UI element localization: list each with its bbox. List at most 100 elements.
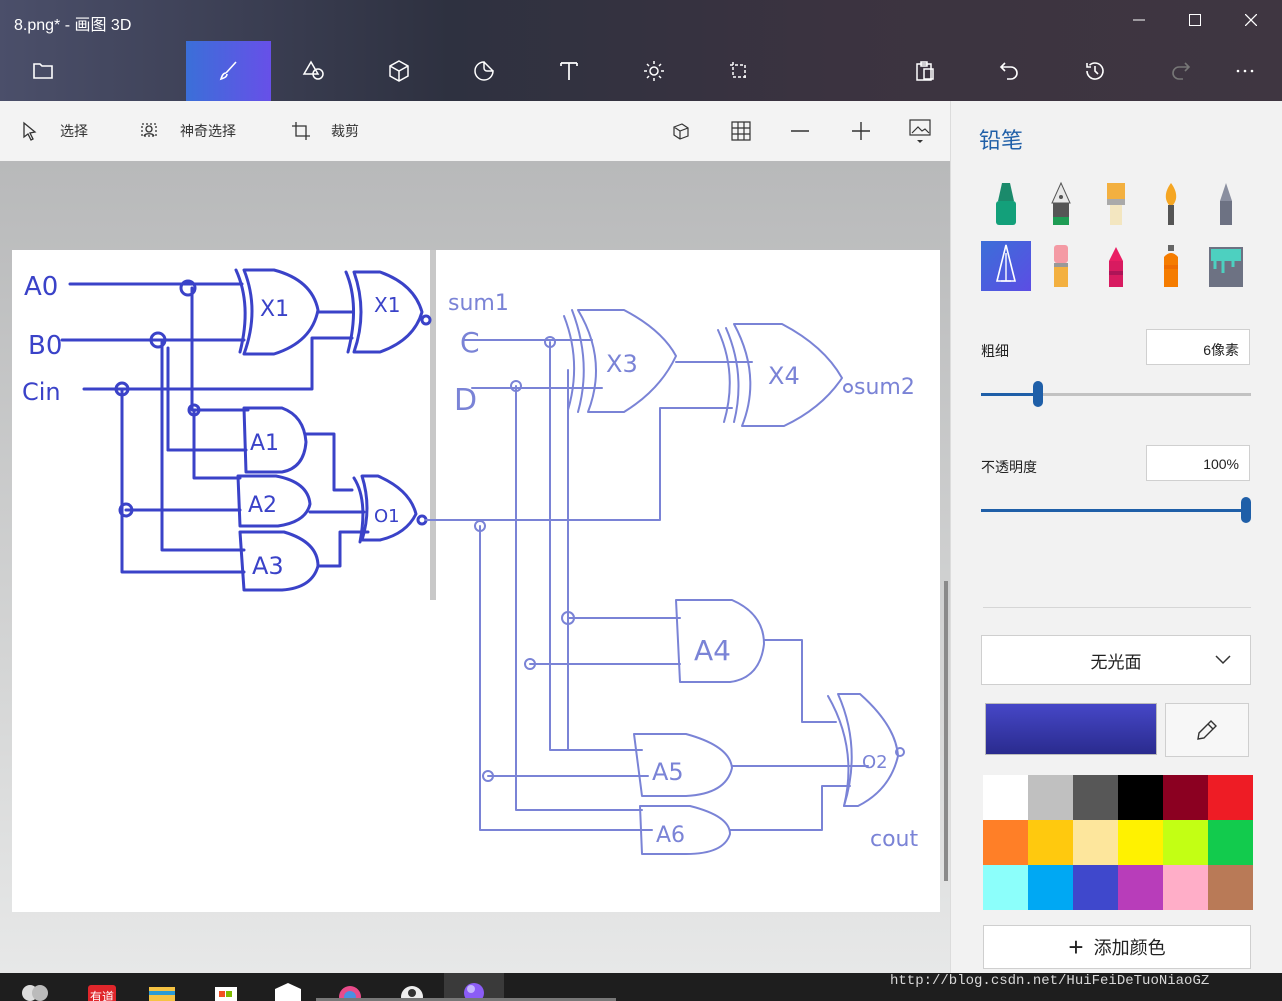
brushes-tool[interactable] [186, 41, 271, 101]
history-button[interactable] [1052, 41, 1137, 101]
crop-button[interactable]: 裁剪 [291, 101, 359, 161]
label-a4: A4 [694, 634, 731, 667]
vertical-scrollbar[interactable] [944, 581, 948, 881]
sticker-icon [473, 61, 494, 81]
more-icon [1236, 69, 1254, 73]
label-a2: A2 [248, 493, 277, 518]
stickers-tool[interactable] [441, 41, 526, 101]
watercolor-icon [1165, 183, 1177, 225]
sheet-divider [430, 250, 436, 600]
label-sum2: sum2 [854, 375, 915, 400]
opacity-input[interactable]: 100% [1146, 445, 1250, 481]
palette-swatch[interactable] [1073, 775, 1118, 820]
palette-swatch[interactable] [1208, 865, 1253, 910]
add-color-button[interactable]: + 添加颜色 [983, 925, 1251, 969]
paste-icon [915, 61, 934, 81]
palette-swatch[interactable] [983, 820, 1028, 865]
taskbar-store[interactable] [210, 977, 242, 1001]
label-x1-b: X1 [374, 293, 400, 317]
palette-swatch[interactable] [1208, 820, 1253, 865]
palette-swatch[interactable] [983, 865, 1028, 910]
store-icon [215, 987, 237, 1001]
marker-brush[interactable] [981, 179, 1031, 229]
taskbar-paint3d[interactable] [444, 973, 504, 1001]
palette-swatch[interactable] [1118, 775, 1163, 820]
oil-brush[interactable] [1091, 179, 1141, 229]
thickness-label: 粗细 [981, 343, 1009, 359]
eyedropper-icon [1197, 720, 1217, 740]
text-icon [559, 62, 578, 80]
2d-shapes-tool[interactable] [271, 41, 356, 101]
crayon-icon [1109, 247, 1123, 287]
cube-icon [388, 60, 409, 82]
2d-shapes-icon [302, 60, 324, 80]
palette-swatch[interactable] [1163, 865, 1208, 910]
minimize-button[interactable] [1116, 6, 1162, 34]
magic-select-button[interactable]: 神奇选择 [140, 101, 236, 161]
taskbar-explorer[interactable] [146, 977, 178, 1001]
calligraphy-brush[interactable] [1036, 179, 1086, 229]
pencil-brush[interactable] [1201, 179, 1251, 229]
palette-swatch[interactable] [1028, 775, 1073, 820]
taskbar-app-1[interactable] [18, 977, 50, 1001]
maximize-button[interactable] [1172, 6, 1218, 34]
label-c: C [460, 326, 480, 359]
drawing-canvas[interactable]: A0 B0 Cin X1 X1 A1 A2 A3 O1 sum1 C D X3 … [12, 250, 940, 912]
palette-swatch[interactable] [1118, 820, 1163, 865]
paint3d-icon [464, 983, 484, 1001]
palette-swatch[interactable] [1163, 775, 1208, 820]
fill-brush[interactable] [1201, 241, 1251, 291]
plus-icon: + [1068, 932, 1084, 962]
undo-icon [999, 62, 1018, 80]
zoom-in-button[interactable] [847, 117, 875, 145]
taskbar-youdao[interactable]: 有道 [86, 977, 118, 1001]
image-view-button[interactable] [906, 117, 934, 145]
maximize-icon [1189, 14, 1201, 26]
grid-button[interactable] [727, 117, 755, 145]
thickness-input[interactable]: 6像素 [1146, 329, 1250, 365]
select-button[interactable]: 选择 [20, 101, 88, 161]
finish-dropdown[interactable]: 无光面 [981, 635, 1251, 685]
spray-can-brush[interactable] [1146, 241, 1196, 291]
window-title: 8.png* - 画图 3D [14, 17, 132, 34]
more-button[interactable] [1208, 41, 1282, 101]
magic-select-label: 神奇选择 [180, 123, 236, 139]
palette-swatch[interactable] [1073, 820, 1118, 865]
undo-button[interactable] [967, 41, 1052, 101]
text-tool[interactable] [526, 41, 611, 101]
palette-swatch[interactable] [1163, 820, 1208, 865]
thickness-slider-thumb[interactable] [1033, 381, 1043, 407]
history-icon [1085, 62, 1104, 80]
eraser-brush[interactable] [1036, 241, 1086, 291]
3d-shapes-tool[interactable] [356, 41, 441, 101]
calligraphy-pen-icon [1051, 181, 1071, 225]
effects-tool[interactable] [611, 41, 696, 101]
close-button[interactable] [1228, 6, 1274, 34]
taskbar-mail[interactable] [272, 977, 304, 1001]
select-label: 选择 [60, 123, 88, 139]
pixel-pen-icon [995, 244, 1017, 282]
opacity-label: 不透明度 [981, 459, 1037, 475]
menu-button[interactable] [0, 41, 85, 101]
grid-icon [731, 121, 751, 141]
palette-swatch[interactable] [1073, 865, 1118, 910]
label-cout: cout [870, 827, 918, 852]
opacity-slider-thumb[interactable] [1241, 497, 1251, 523]
crayon-brush[interactable] [1091, 241, 1141, 291]
pixel-pen-brush[interactable] [981, 241, 1031, 291]
zoom-out-button[interactable] [786, 117, 814, 145]
canvas-tool[interactable] [696, 41, 781, 101]
opacity-slider[interactable] [981, 509, 1247, 512]
eyedropper-button[interactable] [1165, 703, 1249, 757]
palette-swatch[interactable] [1028, 865, 1073, 910]
watercolor-brush[interactable] [1146, 179, 1196, 229]
paste-button[interactable] [882, 41, 967, 101]
palette-swatch[interactable] [1208, 775, 1253, 820]
palette-swatch[interactable] [1028, 820, 1073, 865]
current-color-swatch[interactable] [985, 703, 1157, 755]
palette-swatch[interactable] [983, 775, 1028, 820]
label-d: D [454, 383, 477, 418]
3d-view-button[interactable] [667, 117, 695, 145]
palette-swatch[interactable] [1118, 865, 1163, 910]
magic-select-icon [141, 123, 157, 137]
